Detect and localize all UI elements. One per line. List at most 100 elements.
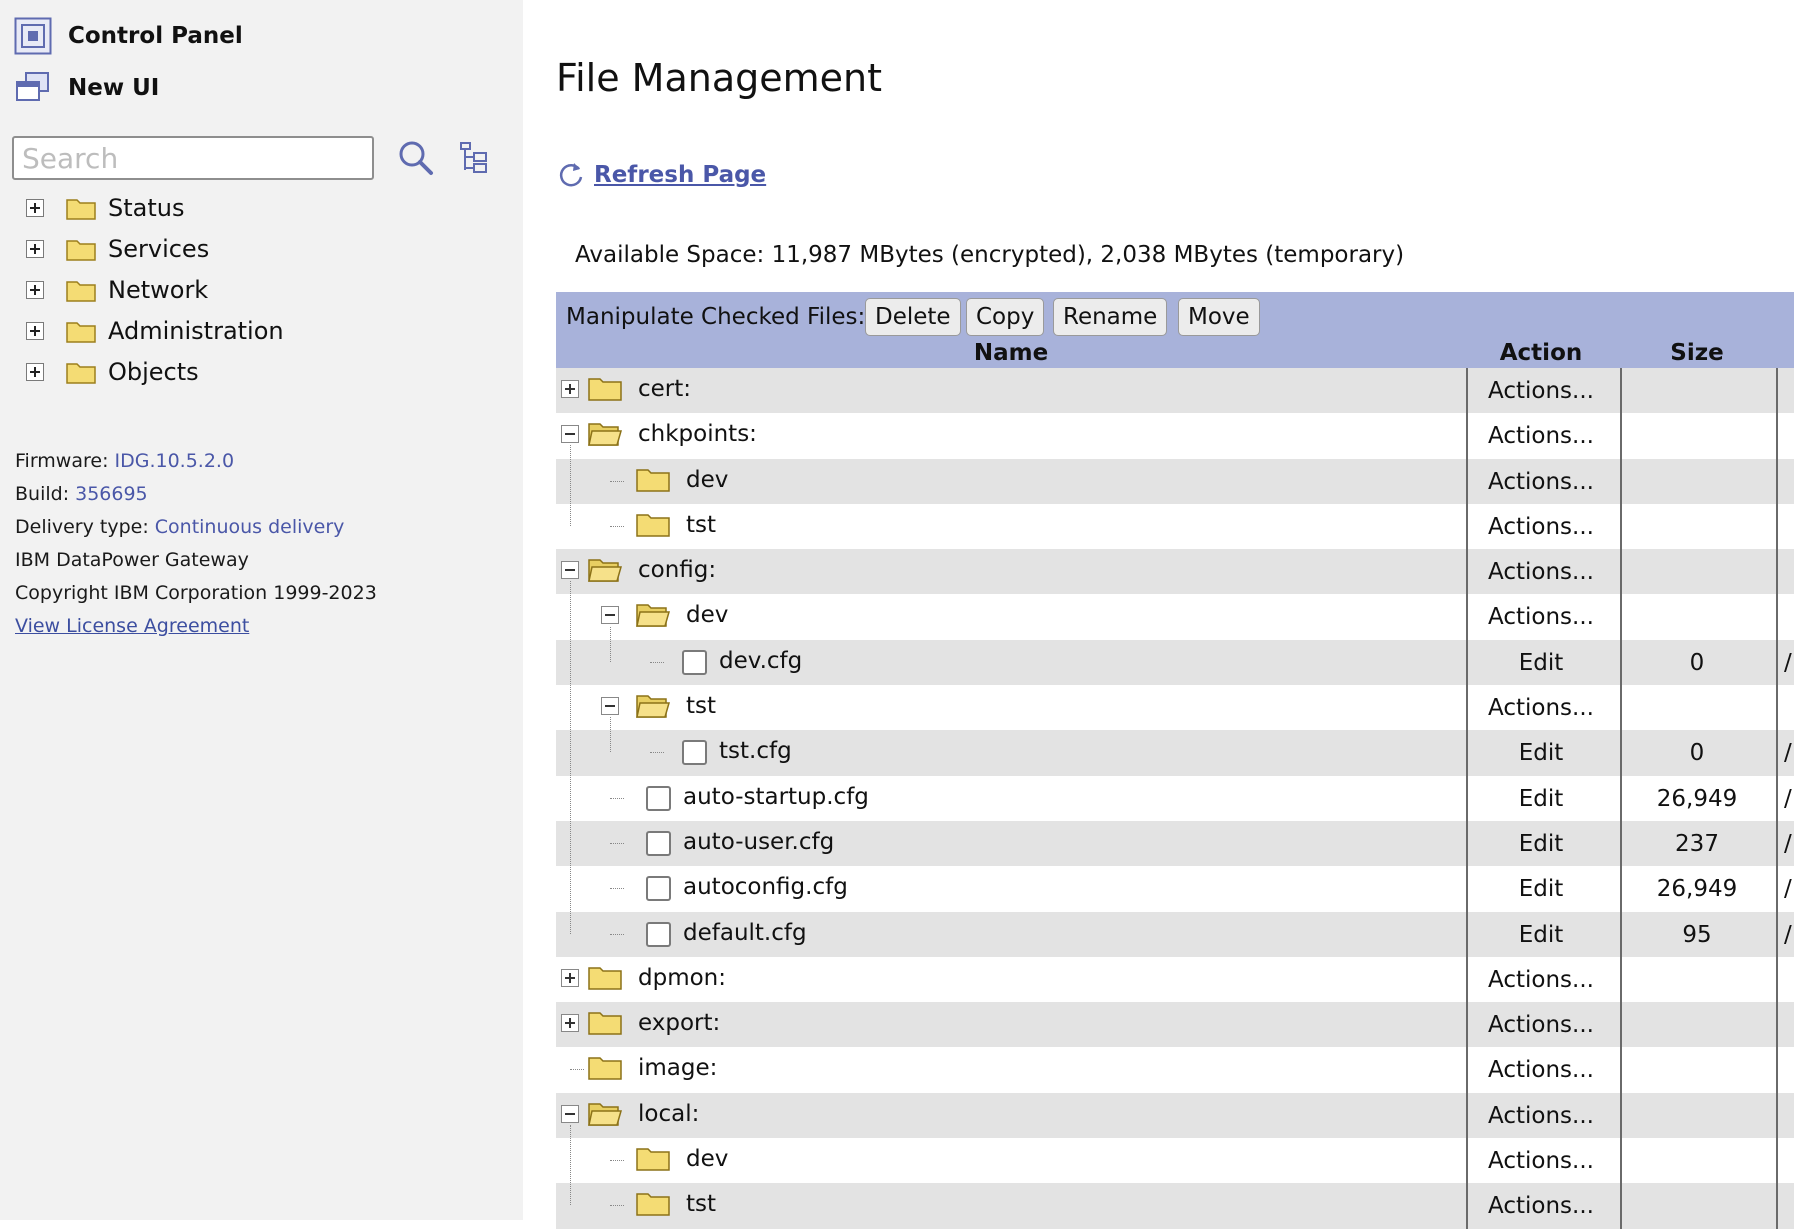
move-button[interactable]: Move [1178,298,1260,336]
nav-item-objects[interactable]: Objects [26,354,199,390]
tree-connector [610,717,611,753]
expand-icon[interactable] [561,380,579,398]
collapse-icon[interactable] [601,606,619,625]
actions-link[interactable]: Actions... [1466,1057,1616,1083]
refresh-icon[interactable] [556,160,586,190]
file-checkbox[interactable] [646,785,671,811]
sidebar: Control Panel New UI Status [0,0,523,1220]
actions-link[interactable]: Actions... [1466,604,1616,630]
expand-icon[interactable] [561,968,579,987]
tree-connector [610,626,611,662]
folder-icon [66,199,96,220]
actions-link[interactable]: Actions... [1466,695,1616,721]
column-divider [1776,368,1778,1229]
folder-icon [588,555,622,587]
edit-link[interactable]: Edit [1466,786,1616,812]
actions-link[interactable]: Actions... [1466,423,1616,449]
actions-link[interactable]: Actions... [1466,378,1616,404]
file-checkbox[interactable] [646,876,671,902]
collapse-icon[interactable] [561,561,579,580]
actions-link[interactable]: Actions... [1466,469,1616,495]
file-table: Manipulate Checked Files: Delete Copy Re… [556,292,1794,1229]
expand-icon[interactable] [26,281,44,299]
column-divider [1466,368,1468,1229]
file-checkbox[interactable] [646,830,671,856]
expand-icon[interactable] [26,322,44,340]
edit-link[interactable]: Edit [1466,922,1616,948]
nav-item-services[interactable]: Services [26,231,209,267]
file-name: image: [638,1055,718,1082]
edit-link[interactable]: Edit [1466,740,1616,766]
collapse-icon[interactable] [601,697,619,716]
file-checkbox[interactable] [646,921,671,947]
file-name[interactable]: auto-startup.cfg [683,784,869,810]
search-input[interactable] [12,136,374,180]
nav-item-network[interactable]: Network [26,272,208,308]
file-name[interactable]: auto-user.cfg [683,829,834,855]
file-checkbox[interactable] [682,649,707,675]
tree-connector [570,581,571,934]
tree-connector [610,1160,624,1162]
edit-link[interactable]: Edit [1466,650,1616,676]
truncated-column-text: / [1784,740,1792,767]
column-header-size[interactable]: Size [1622,340,1772,366]
build-label: Build: [15,483,70,505]
file-size: 237 [1675,830,1719,857]
expand-icon[interactable] [26,199,44,217]
tree-view-button[interactable] [458,140,492,176]
copy-button[interactable]: Copy [966,298,1045,336]
firmware-info: Firmware: IDG.10.5.2.0 [15,450,234,472]
actions-link[interactable]: Actions... [1466,1193,1616,1219]
expand-icon[interactable] [26,240,44,258]
collapse-icon[interactable] [561,1104,579,1123]
edit-link[interactable]: Edit [1466,831,1616,857]
file-name[interactable]: tst.cfg [719,738,792,764]
control-panel-link[interactable]: Control Panel [14,16,243,56]
table-row: cert: Actions... [556,368,1794,414]
actions-link[interactable]: Actions... [1466,514,1616,540]
nav-item-label: Objects [108,358,199,386]
table-row: dpmon: Actions... [556,957,1794,1002]
file-name[interactable]: dev.cfg [719,648,802,674]
folder-icon [588,1099,622,1131]
delivery-info: Delivery type: Continuous delivery [15,516,344,538]
refresh-page-link[interactable]: Refresh Page [594,162,766,188]
tree-connector [610,933,624,935]
file-checkbox[interactable] [682,740,707,766]
actions-link[interactable]: Actions... [1466,1103,1616,1129]
column-header-action[interactable]: Action [1466,340,1616,366]
tree-connector [610,797,624,799]
collapse-icon[interactable] [561,425,579,444]
actions-link[interactable]: Actions... [1466,1012,1616,1038]
table-row: autoconfig.cfg Edit 26,949 / [556,866,1794,911]
file-name[interactable]: autoconfig.cfg [683,874,848,900]
actions-link[interactable]: Actions... [1466,967,1616,993]
control-panel-label: Control Panel [68,23,243,49]
folder-icon [588,963,622,995]
folder-icon [588,1008,622,1040]
file-name[interactable]: default.cfg [683,920,807,946]
tree-connector [570,1124,571,1206]
actions-link[interactable]: Actions... [1466,1148,1616,1174]
search-button[interactable] [396,138,436,178]
expand-icon[interactable] [561,1014,579,1033]
nav-item-status[interactable]: Status [26,190,184,226]
folder-icon [66,322,96,343]
view-license-link[interactable]: View License Agreement [15,615,249,637]
build-value: 356695 [75,483,148,505]
actions-link[interactable]: Actions... [1466,559,1616,585]
delete-button[interactable]: Delete [865,298,961,336]
table-row: tst Actions... [556,504,1794,549]
expand-icon[interactable] [26,363,44,381]
file-name: dev [686,466,729,493]
nav-item-administration[interactable]: Administration [26,313,284,349]
edit-link[interactable]: Edit [1466,876,1616,902]
table-row: tst.cfg Edit 0 / [556,730,1794,776]
nav-item-label: Network [108,276,209,304]
rename-button[interactable]: Rename [1053,298,1168,336]
column-divider [1620,368,1622,1229]
table-row: config: Actions... [556,549,1794,595]
tree-connector [610,1205,624,1207]
new-ui-link[interactable]: New UI [14,68,159,108]
column-header-name[interactable]: Name [556,340,1466,366]
